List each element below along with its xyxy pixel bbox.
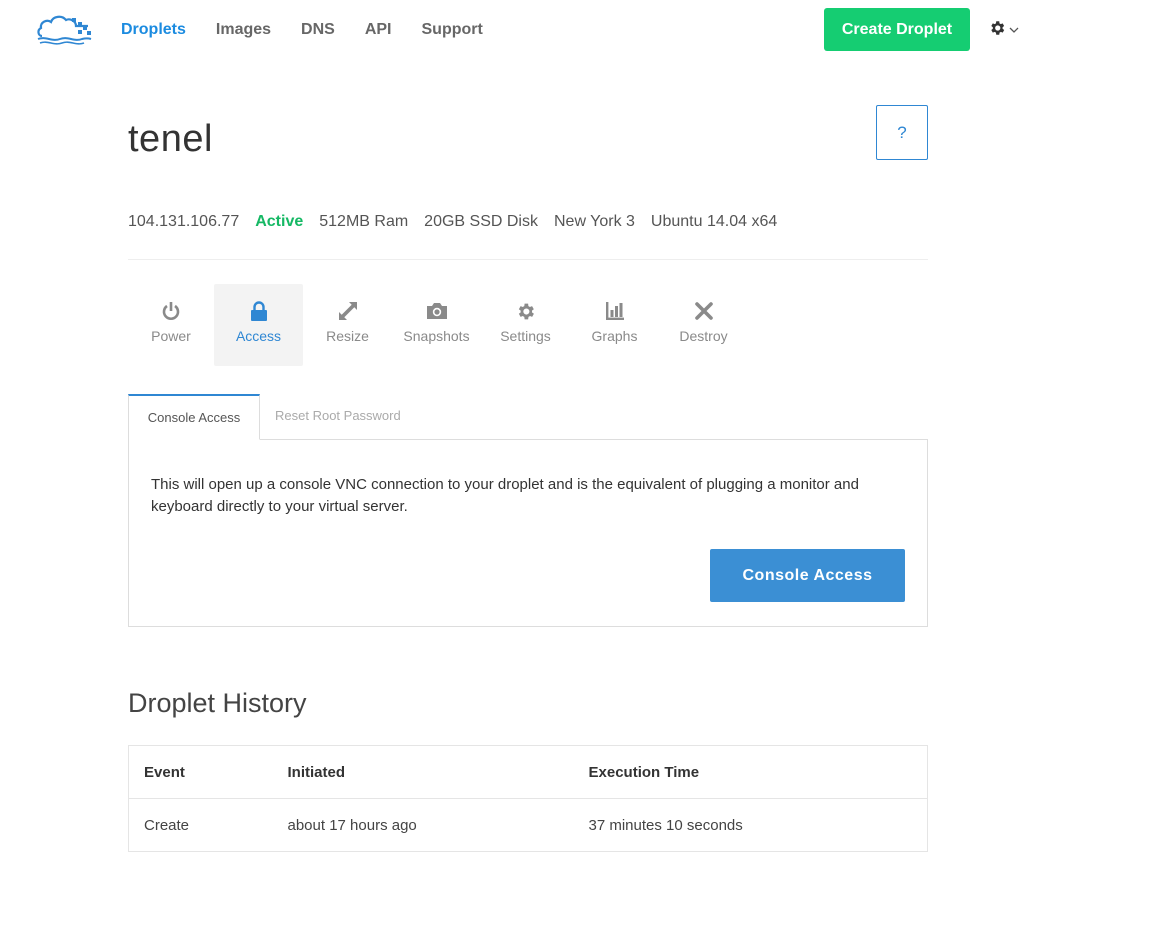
droplet-name: tenel [128, 118, 213, 160]
droplet-ram: 512MB Ram [319, 213, 409, 230]
droplet-region: New York 3 [553, 213, 635, 230]
initiated-cell: about 17 hours ago [287, 816, 417, 834]
lock-icon [248, 300, 270, 322]
table-header-row: Event Initiated Execution Time [128, 745, 928, 799]
action-resize[interactable]: Resize [303, 284, 392, 366]
console-description: This will open up a console VNC connecti… [151, 476, 859, 515]
action-label: Power [151, 328, 191, 344]
help-button[interactable]: ? [876, 105, 928, 160]
chevron-down-icon [1009, 21, 1019, 39]
close-icon [693, 300, 715, 322]
droplet-actions: Power Access Resize Snapshots Settings G… [128, 284, 748, 366]
main-nav: Droplets Images DNS API Support [121, 20, 513, 40]
settings-menu[interactable] [988, 20, 1022, 40]
action-destroy[interactable]: Destroy [659, 284, 748, 366]
resize-icon [337, 300, 359, 322]
bar-chart-icon [604, 300, 626, 322]
console-access-button[interactable]: Console Access [710, 549, 905, 602]
nav-droplets[interactable]: Droplets [121, 20, 186, 40]
action-settings[interactable]: Settings [481, 284, 570, 366]
execution-time-cell: 37 minutes 10 seconds [588, 816, 743, 834]
nav-dns[interactable]: DNS [301, 20, 335, 40]
nav-images[interactable]: Images [216, 20, 271, 40]
action-label: Access [235, 328, 282, 344]
console-access-panel: This will open up a console VNC connecti… [128, 439, 928, 627]
create-droplet-button[interactable]: Create Droplet [824, 8, 970, 51]
action-graphs[interactable]: Graphs [570, 284, 659, 366]
access-subtabs: Console Access Reset Root Password [128, 394, 928, 440]
action-label: Snapshots [403, 328, 470, 344]
column-header-event: Event [128, 745, 273, 799]
camera-icon [426, 300, 448, 322]
power-icon [160, 300, 182, 322]
action-label: Destroy [679, 328, 728, 344]
table-row: Create about 17 hours ago 37 minutes 10 … [129, 799, 928, 852]
divider [128, 259, 928, 260]
gear-icon [988, 19, 1006, 42]
tab-reset-root-password[interactable]: Reset Root Password [275, 394, 401, 440]
nav-api[interactable]: API [365, 20, 392, 40]
column-header-execution-time: Execution Time [573, 745, 928, 799]
event-cell: Create [144, 816, 190, 834]
action-label: Resize [326, 328, 369, 344]
action-label: Graphs [591, 328, 638, 344]
droplet-disk: 20GB SSD Disk [424, 213, 538, 230]
history-table: Event Initiated Execution Time Create ab… [128, 745, 928, 852]
action-label: Settings [500, 328, 551, 344]
droplet-os: Ubuntu 14.04 x64 [650, 213, 778, 230]
droplet-history-title: Droplet History [128, 688, 307, 718]
nav-support[interactable]: Support [422, 20, 483, 40]
top-navbar: Droplets Images DNS API Support Create D… [0, 0, 1163, 60]
droplet-ip: 104.131.106.77 [128, 213, 240, 230]
column-header-initiated: Initiated [272, 745, 574, 799]
action-power[interactable]: Power [128, 284, 214, 366]
action-access[interactable]: Access [214, 284, 303, 366]
droplet-meta: 104.131.106.77 Active 512MB Ram 20GB SSD… [128, 212, 793, 232]
action-snapshots[interactable]: Snapshots [392, 284, 481, 366]
gear-icon [515, 300, 537, 322]
tab-console-access[interactable]: Console Access [128, 394, 260, 440]
status-badge: Active [255, 213, 304, 230]
digitalocean-logo[interactable] [36, 12, 92, 46]
